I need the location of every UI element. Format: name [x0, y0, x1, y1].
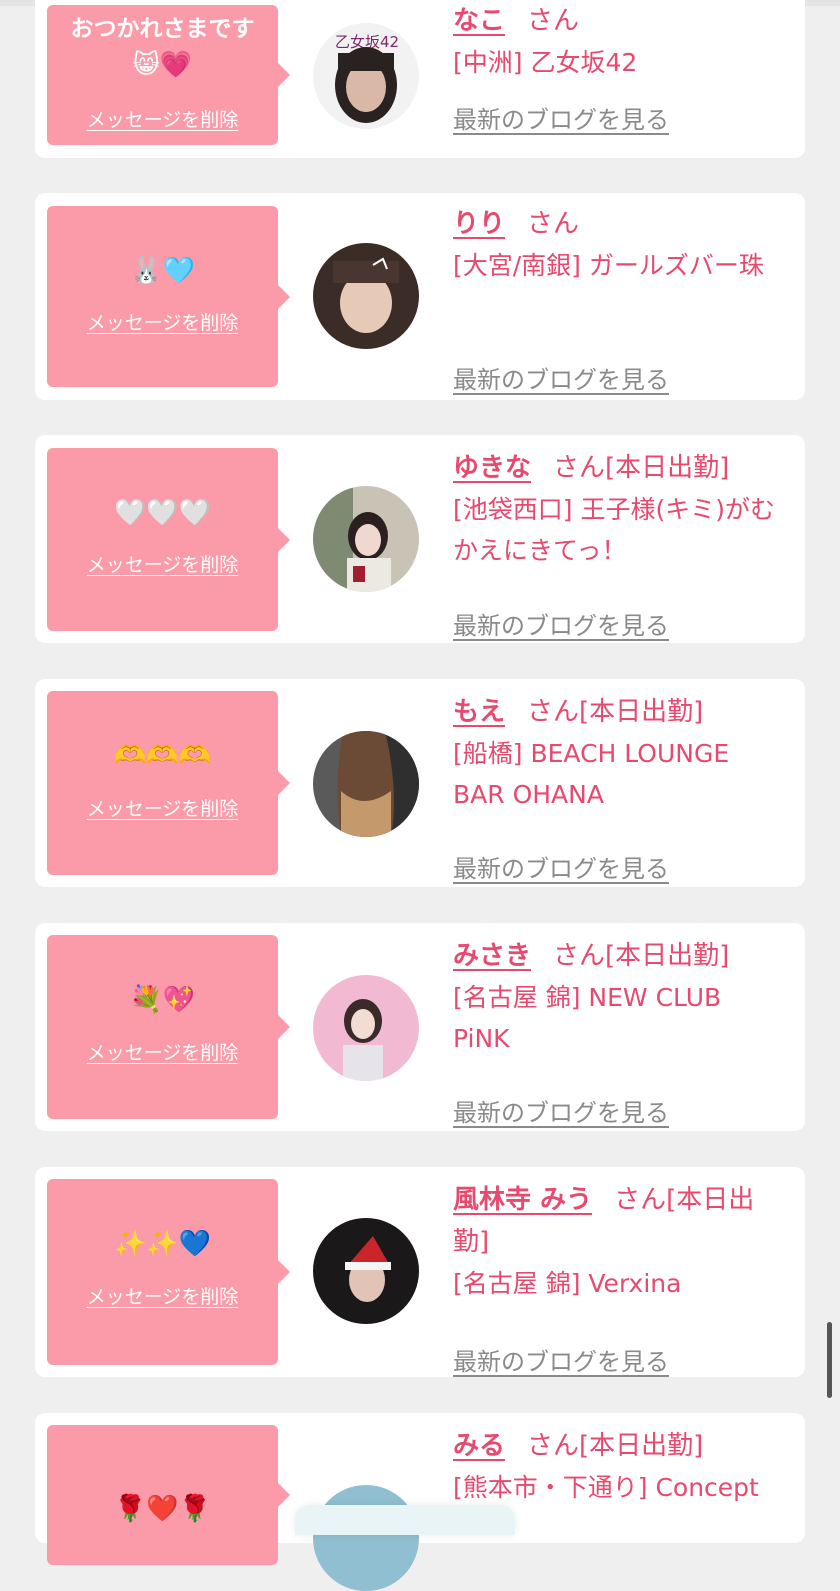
message-text: おつかれさまです	[70, 16, 255, 42]
latest-blog-link[interactable]: 最新のブログを見る	[453, 1093, 669, 1128]
girl-info: みさき さん[本日出勤] [名古屋 錦] NEW CLUB PiNK 最新のブログ…	[453, 935, 783, 1127]
message-card: ✨✨💙 メッセージを削除 風林寺 みう さん[本日出勤] [名古屋 錦] Verx…	[35, 1167, 805, 1377]
message-bubble: おつかれさまです 😸💗 メッセージを削除	[47, 5, 290, 145]
message-card: おつかれさまです 😸💗 メッセージを削除 乙女坂42 なこ さん [中洲] 乙女坂…	[35, 0, 805, 158]
girl-info: りり さん [大宮/南銀] ガールズバー珠 最新のブログを見る	[453, 203, 783, 394]
honorific: さん	[553, 941, 606, 971]
latest-blog-link[interactable]: 最新のブログを見る	[453, 360, 669, 395]
message-card: 💐💖 メッセージを削除 みさき さん[本日出勤] [名古屋 錦] NEW CLUB…	[35, 923, 805, 1131]
message-card: 🐰🩵 メッセージを削除 りり さん [大宮/南銀] ガールズバー珠 最新のブログを…	[35, 193, 805, 400]
message-emoji: 🌹❤️🌹	[113, 1494, 212, 1524]
shop-name: [池袋西口] 王子様(キミ)がむかえにきてっ！	[453, 495, 775, 565]
honorific: さん	[527, 6, 580, 36]
message-bubble: 🫶🫶🫶 メッセージを削除	[47, 691, 290, 875]
girl-info: なこ さん [中洲] 乙女坂42 最新のブログを見る	[453, 0, 783, 134]
avatar[interactable]	[313, 1218, 419, 1324]
shop-name: [名古屋 錦] NEW CLUB PiNK	[453, 983, 722, 1053]
work-status: [本日出勤]	[605, 941, 730, 971]
delete-message-link[interactable]: メッセージを削除	[47, 1038, 278, 1065]
delete-message-link[interactable]: メッセージを削除	[47, 308, 278, 335]
girl-name-link[interactable]: ゆきな	[453, 453, 531, 483]
honorific: さん	[614, 1185, 667, 1215]
girl-info: 風林寺 みう さん[本日出勤] [名古屋 錦] Verxina 最新のブログを見る	[453, 1179, 783, 1376]
shop-name: [中洲] 乙女坂42	[453, 48, 638, 77]
message-bubble: 🐰🩵 メッセージを削除	[47, 206, 290, 387]
message-bubble: 🌹❤️🌹	[47, 1425, 290, 1565]
message-bubble: ✨✨💙 メッセージを削除	[47, 1179, 290, 1365]
shop-name: [船橋] BEACH LOUNGE BAR OHANA	[453, 739, 730, 809]
avatar[interactable]	[313, 1485, 419, 1591]
delete-message-link[interactable]: メッセージを削除	[47, 794, 278, 821]
girl-info: もえ さん[本日出勤] [船橋] BEACH LOUNGE BAR OHANA 最…	[453, 691, 783, 883]
latest-blog-link[interactable]: 最新のブログを見る	[453, 100, 669, 135]
delete-message-link[interactable]: メッセージを削除	[47, 105, 278, 132]
floating-banner[interactable]	[295, 1505, 515, 1535]
latest-blog-link[interactable]: 最新のブログを見る	[453, 849, 669, 884]
girl-name-link[interactable]: みさき	[453, 941, 531, 971]
avatar[interactable]	[313, 975, 419, 1081]
shop-name: [大宮/南銀] ガールズバー珠	[453, 251, 764, 280]
avatar[interactable]: 乙女坂42	[313, 23, 419, 129]
shop-name: [名古屋 錦] Verxina	[453, 1269, 682, 1298]
message-emoji: 🐰🩵	[130, 256, 195, 286]
honorific: さん	[527, 209, 580, 239]
girl-name-link[interactable]: なこ	[453, 6, 505, 36]
message-emoji: ✨✨💙	[113, 1229, 212, 1259]
honorific: さん	[527, 1431, 580, 1461]
shop-name: [熊本市・下通り] Concept	[453, 1473, 759, 1502]
message-emoji: 😸💗	[132, 50, 193, 80]
latest-blog-link[interactable]: 最新のブログを見る	[453, 1342, 669, 1377]
message-emoji: 🫶🫶🫶	[113, 741, 212, 771]
honorific: さん	[527, 697, 580, 727]
girl-name-link[interactable]: りり	[453, 209, 505, 239]
delete-message-link[interactable]: メッセージを削除	[47, 1282, 278, 1309]
avatar[interactable]	[313, 243, 419, 349]
work-status: [本日出勤]	[579, 1431, 704, 1461]
message-card: 🤍🤍🤍 メッセージを削除 ゆきな さん[本日出勤] [池袋西口] 王子様(キミ)が…	[35, 435, 805, 643]
honorific: さん	[553, 453, 606, 483]
latest-blog-link[interactable]: 最新のブログを見る	[453, 606, 669, 641]
message-bubble: 🤍🤍🤍 メッセージを削除	[47, 448, 290, 631]
girl-name-link[interactable]: みる	[453, 1431, 505, 1461]
avatar[interactable]	[313, 731, 419, 837]
message-bubble: 💐💖 メッセージを削除	[47, 935, 290, 1119]
scrollbar[interactable]	[827, 1322, 832, 1398]
avatar[interactable]	[313, 486, 419, 592]
message-emoji: 💐💖	[130, 985, 195, 1015]
girl-info: ゆきな さん[本日出勤] [池袋西口] 王子様(キミ)がむかえにきてっ！ 最新のブ…	[453, 447, 783, 640]
girl-name-link[interactable]: もえ	[453, 697, 505, 727]
work-status: [本日出勤]	[579, 697, 704, 727]
work-status: [本日出勤]	[605, 453, 730, 483]
message-emoji: 🤍🤍🤍	[113, 498, 212, 528]
delete-message-link[interactable]: メッセージを削除	[47, 550, 278, 577]
girl-info: みる さん[本日出勤] [熊本市・下通り] Concept	[453, 1425, 783, 1508]
message-card: 🫶🫶🫶 メッセージを削除 もえ さん[本日出勤] [船橋] BEACH LOUNG…	[35, 679, 805, 887]
girl-name-link[interactable]: 風林寺 みう	[453, 1185, 592, 1215]
